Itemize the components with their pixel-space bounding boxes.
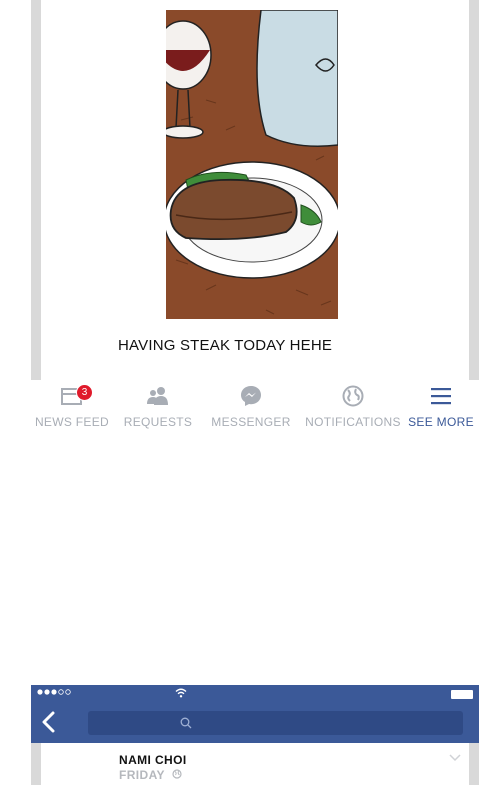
- search-input[interactable]: [88, 711, 463, 735]
- notification-badge: 3: [76, 384, 93, 401]
- tab-label: NEWS FEED: [34, 415, 110, 429]
- steak-dinner-illustration: [166, 10, 338, 319]
- app-header: [31, 685, 479, 743]
- wifi-icon: [175, 688, 187, 698]
- bottom-tab-bar: 3 NEWS FEED REQUESTS MESSENGER NOTIFICAT…: [31, 380, 479, 432]
- tab-label: REQUESTS: [123, 415, 193, 429]
- tab-messenger[interactable]: MESSENGER: [203, 380, 299, 432]
- tab-news-feed[interactable]: 3 NEWS FEED: [31, 380, 113, 432]
- signal-icon: [37, 689, 71, 695]
- tab-label: SEE MORE: [408, 415, 474, 429]
- tab-see-more[interactable]: SEE MORE: [407, 380, 475, 432]
- chevron-down-icon[interactable]: [449, 754, 461, 762]
- globe-icon: [342, 385, 364, 407]
- post-author-name[interactable]: NAMI CHOI: [119, 753, 187, 767]
- tab-label: NOTIFICATIONS: [305, 415, 401, 429]
- back-arrow-icon[interactable]: [41, 711, 57, 733]
- tab-label: MESSENGER: [211, 415, 291, 429]
- post-caption: HAVING STEAK TODAY HEHE: [118, 337, 333, 354]
- tab-notifications[interactable]: NOTIFICATIONS: [303, 380, 403, 432]
- friend-requests-icon: [147, 387, 168, 405]
- messenger-icon: [241, 386, 261, 406]
- post-timestamp[interactable]: FRIDAY: [119, 768, 165, 782]
- public-globe-icon: [172, 769, 182, 779]
- search-icon: [180, 717, 192, 729]
- menu-icon: [431, 388, 451, 405]
- tab-requests[interactable]: REQUESTS: [117, 380, 199, 432]
- post-card: [41, 743, 469, 785]
- battery-icon: [451, 690, 473, 699]
